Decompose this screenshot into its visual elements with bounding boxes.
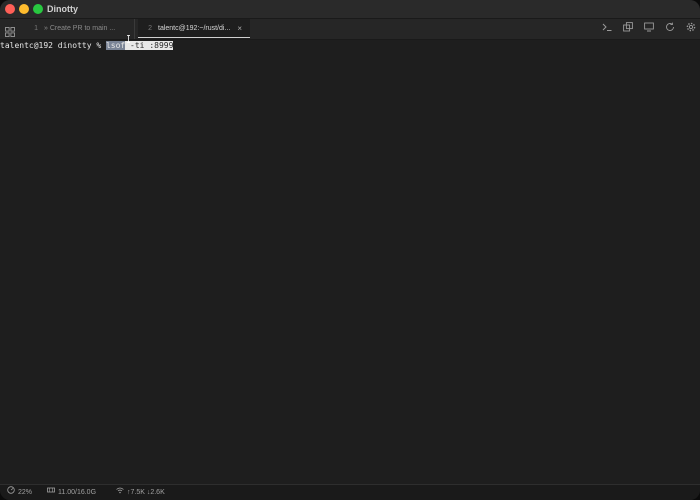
selected-args-text[interactable]: -ti :8999	[125, 41, 174, 50]
status-bar: 22% 11.00/16.0G ↑7.5K ↓2.6K	[0, 484, 700, 500]
minimize-window-button[interactable]	[19, 4, 29, 14]
tab-terminal-session[interactable]: 2 talentc@192:~/rust/di... ×	[138, 19, 250, 39]
tab-label: » Create PR to main ...	[44, 25, 116, 32]
tab-overview-grid-icon[interactable]	[5, 24, 15, 37]
active-tab-indicator	[138, 37, 250, 38]
tab-create-pr[interactable]: 1 » Create PR to main ...	[24, 19, 135, 39]
cpu-usage: 22%	[7, 485, 32, 500]
network-value: ↑7.5K ↓2.6K	[127, 489, 165, 496]
gear-icon[interactable]	[686, 22, 696, 32]
window-title: Dinotty	[47, 4, 78, 14]
tab-number: 1	[34, 25, 38, 32]
wifi-icon	[116, 485, 124, 500]
toolbar-icons	[602, 22, 696, 36]
close-window-button[interactable]	[5, 4, 15, 14]
memory-usage: 11.00/16.0G	[47, 485, 96, 500]
cpu-value: 22%	[18, 489, 33, 496]
tab-label: talentc@192:~/rust/di...	[158, 25, 231, 32]
title-bar: Dinotty	[0, 0, 700, 19]
selected-command-text[interactable]: lsof	[105, 41, 126, 50]
copy-icon[interactable]	[623, 22, 633, 32]
memory-chip-icon	[47, 485, 55, 500]
text-cursor-icon	[127, 35, 130, 43]
tab-number: 2	[148, 25, 152, 32]
display-icon[interactable]	[644, 22, 654, 32]
shell-prompt: talentc@192 dinotty %	[0, 41, 106, 50]
terminal-pane[interactable]: talentc@192 dinotty % lsof -ti :8999	[0, 35, 700, 484]
memory-value: 11.00/16.0G	[58, 489, 97, 496]
tab-close-icon[interactable]: ×	[237, 19, 242, 39]
app-window: Dinotty 1 » Create PR to main ... 2 talent…	[0, 0, 700, 500]
zoom-window-button[interactable]	[33, 4, 43, 14]
tab-bar: 1 » Create PR to main ... 2 talentc@192:~/…	[0, 19, 700, 40]
refresh-icon[interactable]	[665, 22, 675, 32]
gauge-icon	[7, 485, 15, 500]
terminal-line: talentc@192 dinotty % lsof -ti :8999	[0, 40, 174, 52]
terminal-prompt-icon[interactable]	[602, 22, 612, 32]
network-usage: ↑7.5K ↓2.6K	[116, 485, 165, 500]
